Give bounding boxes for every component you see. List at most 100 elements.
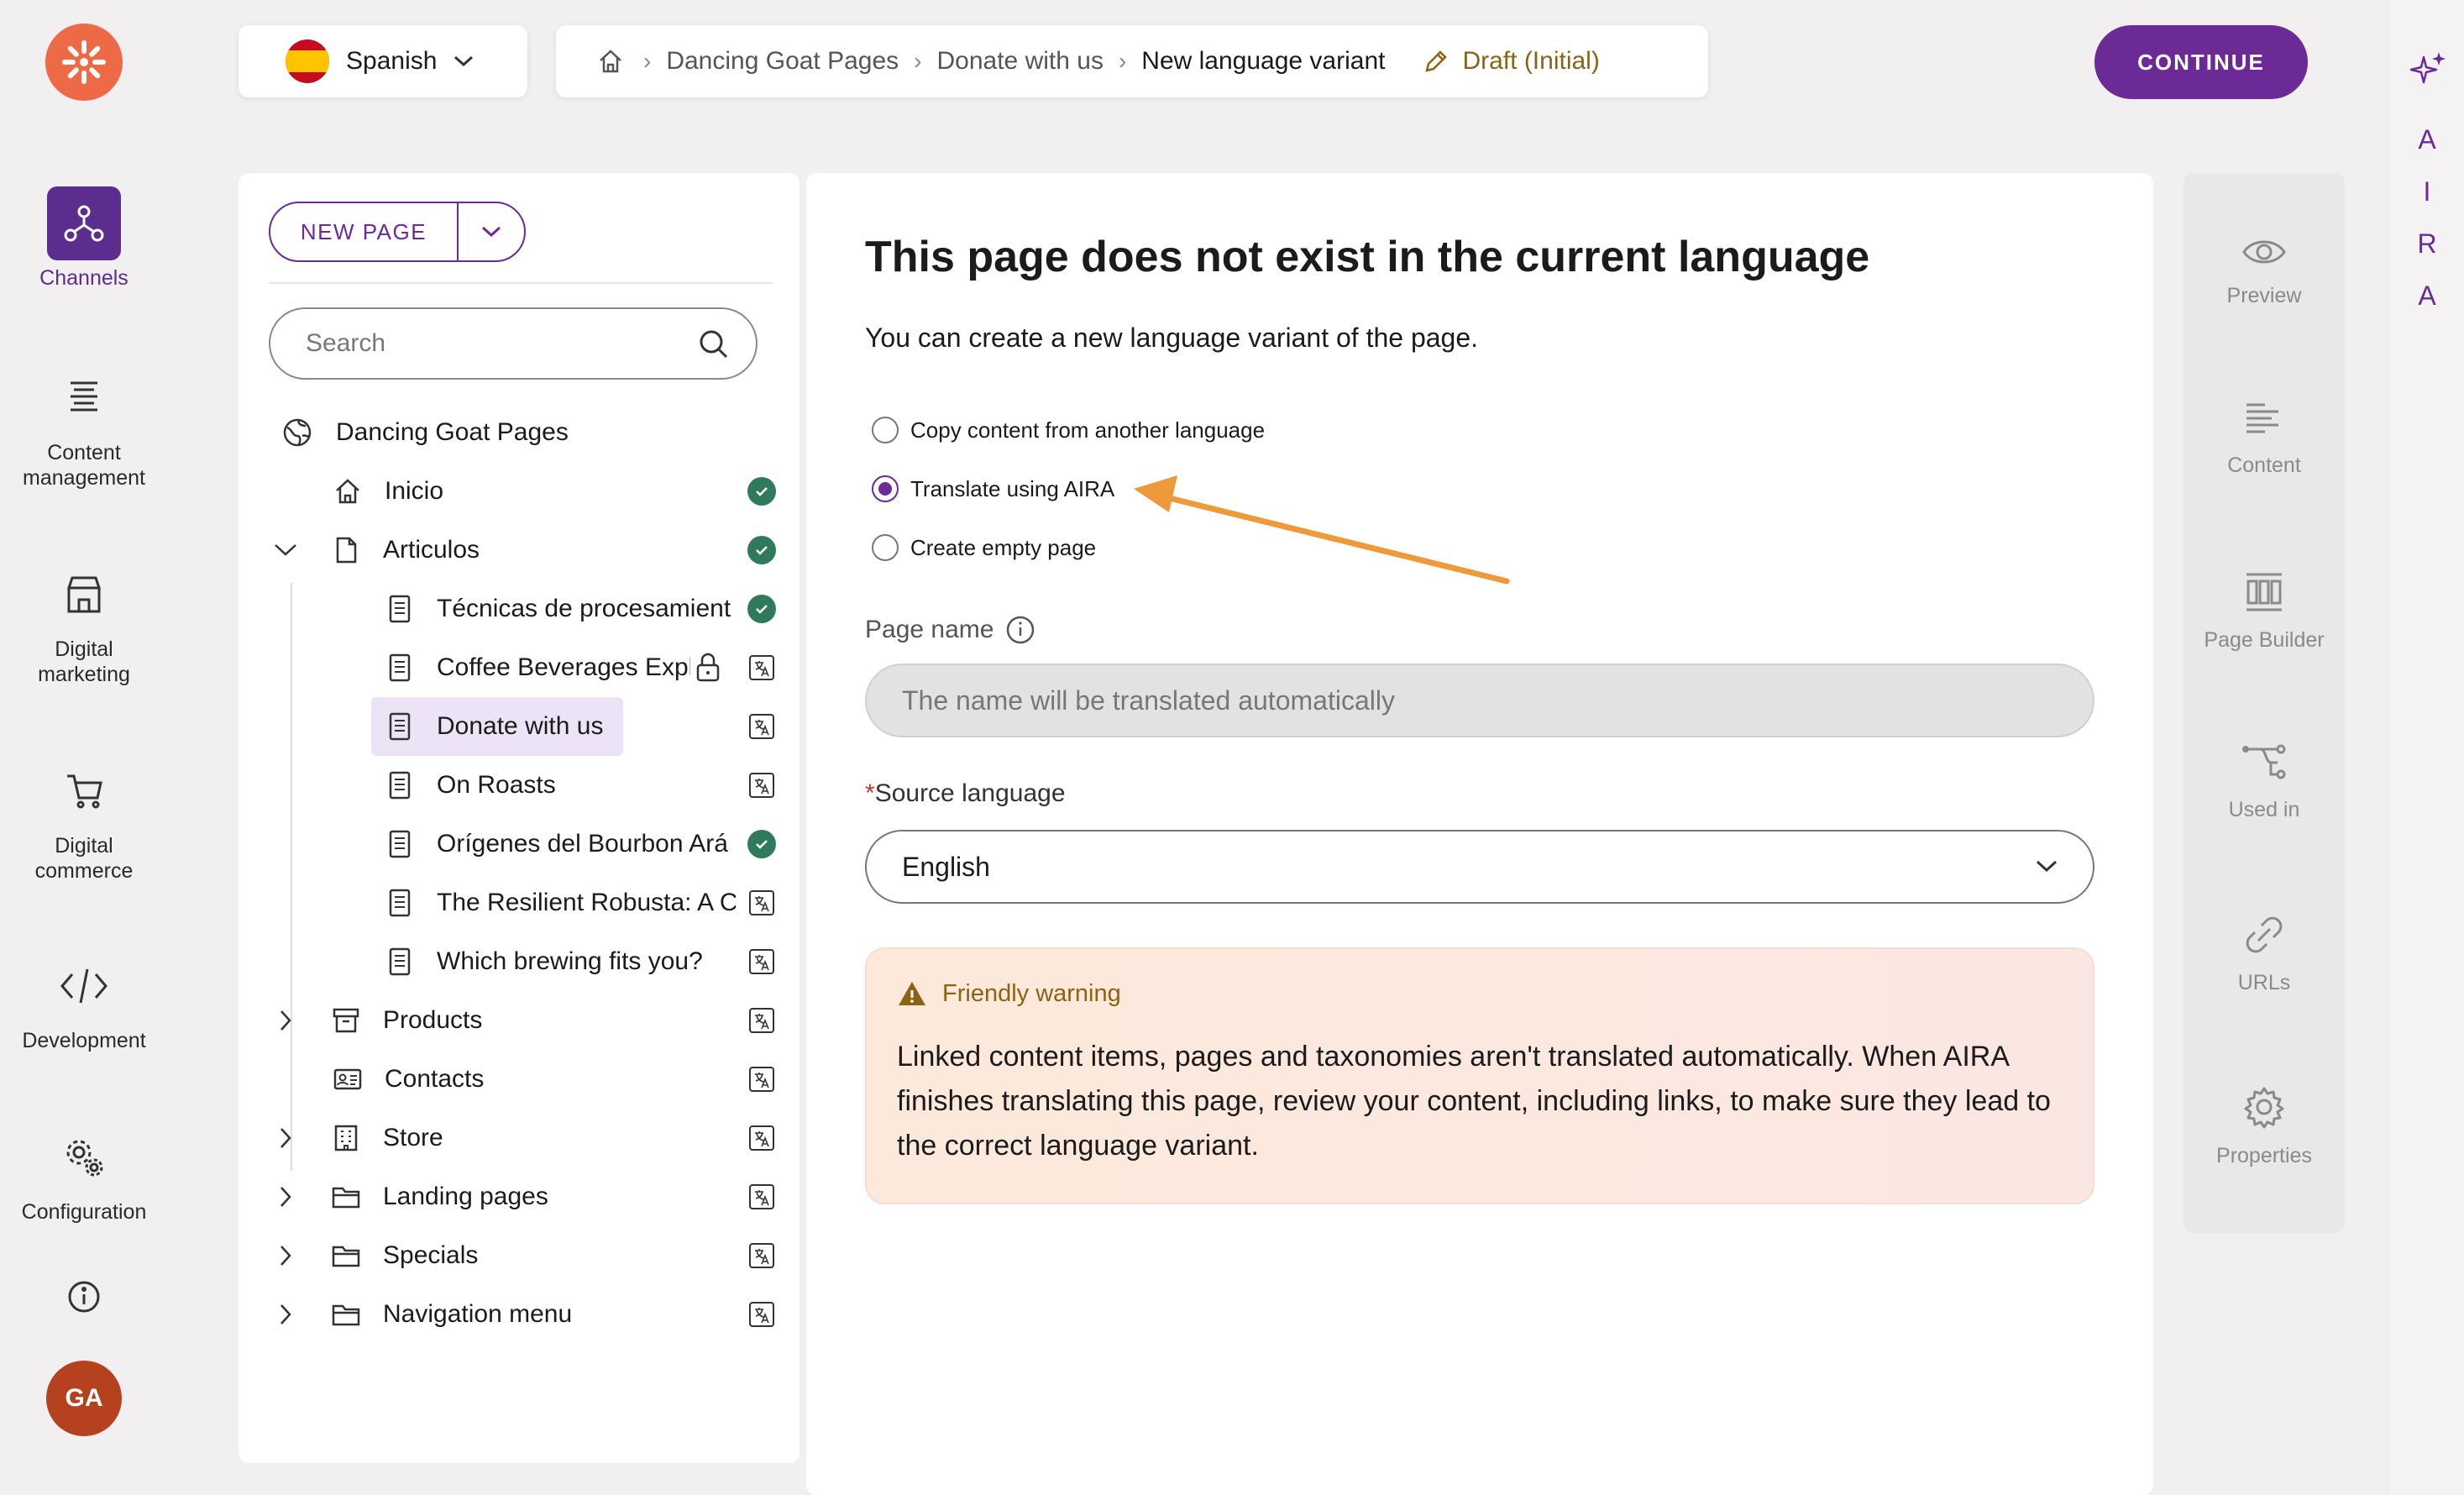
search-input[interactable]: [304, 328, 674, 359]
page-icon: [389, 947, 411, 976]
nav-configuration[interactable]: Configuration: [0, 1120, 168, 1225]
tree-item-label: Articulos: [383, 536, 480, 564]
page-name-label: Page name: [865, 615, 1035, 645]
chevron-right-icon[interactable]: [272, 1301, 299, 1328]
tree-item[interactable]: Which brewing fits you?: [386, 932, 778, 991]
development-icon: [47, 949, 121, 1023]
kentico-logo[interactable]: [45, 24, 123, 101]
info-icon[interactable]: [66, 1278, 102, 1315]
tree-item[interactable]: Specials: [272, 1226, 778, 1285]
not-translated-icon: [747, 889, 776, 917]
not-translated-icon: [747, 947, 776, 976]
tree-item-label: Coffee Beverages Expl: [437, 653, 690, 681]
source-language-label: *Source language: [865, 779, 1066, 808]
chevron-down-icon: [2036, 860, 2058, 873]
tree-item-label: Specials: [383, 1241, 479, 1269]
tree-item[interactable]: Articulos: [272, 521, 778, 580]
document-icon: [336, 537, 357, 564]
annotation-arrow: [1134, 475, 1510, 585]
page-name-field: The name will be translated automaticall…: [865, 664, 2094, 737]
info-icon[interactable]: [1005, 615, 1035, 645]
nav-channels[interactable]: Channels: [0, 186, 168, 291]
aira-letter: R: [2417, 228, 2437, 259]
draft-status: Draft (Initial): [1422, 47, 1600, 76]
option-create-empty[interactable]: Create empty page: [872, 534, 1096, 561]
sparkle-icon[interactable]: [2409, 50, 2447, 89]
avatar[interactable]: GA: [46, 1361, 122, 1436]
side-urls[interactable]: URLs: [2184, 914, 2345, 995]
divider: [269, 282, 773, 284]
page-subtitle: You can create a new language variant of…: [865, 323, 1479, 353]
chevron-right-icon[interactable]: [272, 1125, 299, 1151]
app-navigation: Channels Content management Digital mark…: [0, 0, 168, 1495]
option-translate-aira[interactable]: Translate using AIRA: [872, 475, 1114, 502]
breadcrumb-item[interactable]: Dancing Goat Pages: [666, 47, 899, 76]
tree-item-label: On Roasts: [437, 771, 556, 799]
home-icon[interactable]: [596, 47, 625, 76]
source-language-select[interactable]: English: [865, 830, 2094, 904]
tree-item[interactable]: Store: [272, 1109, 778, 1167]
content-management-icon: [47, 361, 121, 435]
tree-item[interactable]: Products: [272, 991, 778, 1050]
nav-content-management[interactable]: Content management: [0, 361, 168, 490]
nav-label: Digital marketing: [38, 637, 130, 686]
friendly-warning-callout: Friendly warning Linked content items, p…: [865, 947, 2094, 1204]
draft-status-label: Draft (Initial): [1462, 47, 1600, 75]
page-builder-icon: [2246, 573, 2282, 611]
channels-icon: [47, 186, 121, 260]
new-page-button[interactable]: NEW PAGE: [270, 219, 457, 245]
tree-item[interactable]: Orígenes del Bourbon Ará: [386, 815, 778, 873]
breadcrumb: › Dancing Goat Pages › Donate with us › …: [556, 25, 1708, 97]
search-icon[interactable]: [697, 328, 731, 361]
tree-item[interactable]: Landing pages: [272, 1167, 778, 1226]
tree-item-label: Store: [383, 1124, 443, 1151]
side-item-label: Properties: [2216, 1144, 2312, 1167]
chevron-right-icon[interactable]: [272, 1183, 299, 1210]
side-page-builder[interactable]: Page Builder: [2184, 571, 2345, 653]
tree-item[interactable]: Navigation menu: [272, 1285, 778, 1344]
tree-item[interactable]: Contacts: [333, 1050, 778, 1109]
pencil-icon: [1425, 50, 1448, 72]
nav-digital-marketing[interactable]: Digital marketing: [0, 558, 168, 687]
side-preview[interactable]: Preview: [2184, 235, 2345, 308]
tree-item-selected[interactable]: Donate with us: [386, 697, 778, 756]
tree-item[interactable]: Coffee Beverages Expl: [386, 638, 778, 697]
not-translated-icon: [747, 712, 776, 741]
option-copy-content[interactable]: Copy content from another language: [872, 417, 1265, 443]
language-label: Spanish: [346, 47, 438, 75]
nav-digital-commerce[interactable]: Digital commerce: [0, 754, 168, 884]
chevron-down-icon[interactable]: [272, 542, 299, 559]
aira-sidebar[interactable]: A I R A: [2390, 0, 2464, 1495]
used-in-icon: [2242, 744, 2286, 779]
option-label: Create empty page: [910, 534, 1097, 560]
side-properties[interactable]: Properties: [2184, 1085, 2345, 1168]
tree-item[interactable]: The Resilient Robusta: A C: [386, 873, 778, 932]
continue-button[interactable]: CONTINUE: [2094, 25, 2308, 99]
tree-item[interactable]: On Roasts: [386, 756, 778, 815]
side-content[interactable]: Content: [2184, 400, 2345, 478]
tree-item-label: Dancing Goat Pages: [336, 418, 569, 446]
side-used-in[interactable]: Used in: [2184, 742, 2345, 822]
breadcrumb-separator: ›: [914, 48, 922, 74]
language-selector[interactable]: Spanish: [239, 25, 527, 97]
nav-development[interactable]: Development: [0, 949, 168, 1053]
breadcrumb-separator: ›: [1118, 48, 1127, 74]
breadcrumb-item[interactable]: Donate with us: [937, 47, 1104, 76]
store-icon: [334, 1125, 358, 1151]
tree-item[interactable]: Técnicas de procesamient: [386, 580, 778, 638]
not-translated-icon: [747, 1065, 776, 1094]
side-item-label: Content: [2227, 454, 2301, 477]
new-page-dropdown-button[interactable]: [459, 224, 524, 239]
home-icon: [336, 479, 359, 504]
chevron-right-icon[interactable]: [272, 1007, 299, 1034]
radio-button-selected[interactable]: [872, 475, 899, 502]
folder-icon: [332, 1304, 360, 1326]
radio-button[interactable]: [872, 534, 899, 561]
folder-icon: [332, 1187, 360, 1209]
chevron-down-icon: [454, 55, 474, 67]
radio-button[interactable]: [872, 417, 899, 443]
tree-item[interactable]: Inicio: [333, 462, 778, 521]
tree-root[interactable]: Dancing Goat Pages: [280, 403, 776, 462]
chevron-right-icon[interactable]: [272, 1242, 299, 1269]
link-icon: [2246, 916, 2283, 953]
